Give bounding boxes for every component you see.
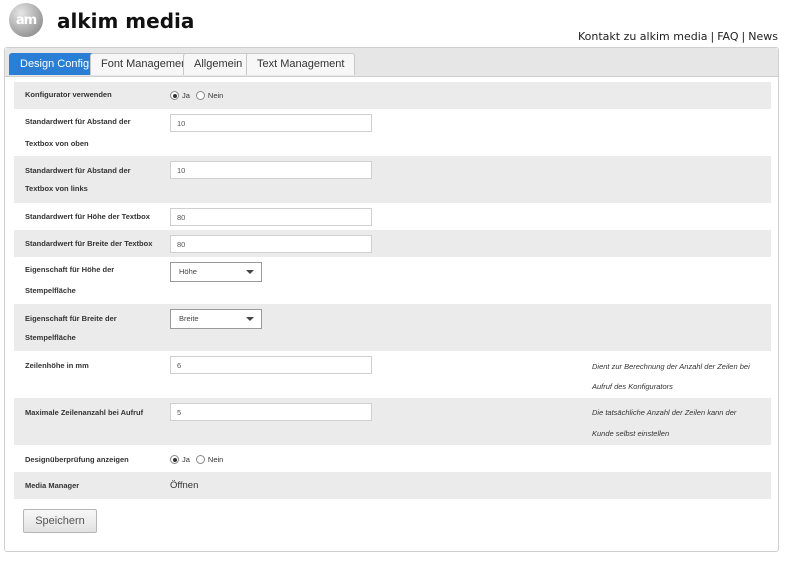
konfigurator-radio-group: Ja Nein (170, 91, 229, 100)
faq-link[interactable]: FAQ (717, 30, 738, 43)
radio-label: Ja (182, 91, 190, 100)
chevron-down-icon (246, 317, 254, 321)
zeilenhoehe-hint-1: Dient zur Berechnung der Anzahl der Zeil… (592, 362, 750, 371)
konfigurator-nein-radio[interactable] (195, 91, 205, 100)
save-button[interactable]: Speichern (23, 509, 97, 533)
tab-allgemein[interactable]: Allgemein (183, 53, 254, 75)
chevron-down-icon (246, 270, 254, 274)
hoehe-stempel-selected: Höhe (179, 267, 197, 276)
zeilenhoehe-label: Zeilenhöhe in mm (25, 361, 89, 370)
abstand-links-label-2: Textbox von links (25, 184, 88, 193)
top-links: Kontakt zu alkim media | FAQ | News (578, 30, 778, 43)
row-breite-textbox: Standardwert für Breite der Textbox (14, 230, 771, 257)
radio-label: Ja (182, 455, 190, 464)
logo[interactable]: am (9, 3, 43, 37)
konfigurator-ja-radio[interactable] (170, 91, 179, 100)
abstand-oben-label-2: Textbox von oben (25, 139, 89, 148)
breite-textbox-label: Standardwert für Breite der Textbox (25, 239, 153, 248)
max-zeilen-label: Maximale Zeilenanzahl bei Aufruf (25, 408, 144, 417)
breite-stempel-select[interactable]: Breite (170, 309, 262, 329)
konfigurator-label: Konfigurator verwenden (25, 90, 112, 99)
hoehe-stempel-select[interactable]: Höhe (170, 262, 262, 282)
tab-text-management[interactable]: Text Management (246, 53, 356, 75)
row-media-manager: Media Manager Öffnen (14, 472, 771, 499)
designpruefung-nein-radio[interactable] (195, 455, 205, 464)
radio-label: Nein (207, 91, 224, 100)
abstand-oben-label-1: Standardwert für Abstand der (25, 117, 131, 126)
max-zeilen-hint-1: Die tatsächliche Anzahl der Zeilen kann … (592, 408, 737, 417)
max-zeilen-input[interactable] (170, 403, 372, 421)
designpruefung-radio-group: Ja Nein (170, 455, 229, 464)
row-zeilenhoehe: Zeilenhöhe in mm Dient zur Berechnung de… (14, 351, 771, 398)
hoehe-stempel-label-2: Stempelfläche (25, 286, 76, 295)
row-abstand-links: Standardwert für Abstand der Textbox von… (14, 156, 771, 203)
designpruefung-label: Designüberprüfung anzeigen (25, 455, 129, 464)
tab-bar: Design Config Font Management Allgemein … (5, 48, 778, 77)
abstand-links-input[interactable] (170, 161, 372, 179)
radio-label: Nein (207, 455, 224, 464)
row-breite-stempel: Eigenschaft für Breite der Stempelfläche… (14, 304, 771, 351)
hoehe-textbox-input[interactable] (170, 208, 372, 226)
media-manager-open-link[interactable]: Öffnen (170, 480, 198, 491)
breite-stempel-label-2: Stempelfläche (25, 333, 76, 342)
designpruefung-ja-radio[interactable] (170, 455, 179, 464)
header: am alkim media Kontakt zu alkim media | FA… (0, 0, 800, 46)
hoehe-textbox-label: Standardwert für Höhe der Textbox (25, 212, 150, 221)
tab-design-config[interactable]: Design Config (9, 53, 101, 75)
media-manager-label: Media Manager (25, 481, 80, 490)
link-separator: | (741, 30, 746, 43)
breite-stempel-selected: Breite (179, 314, 199, 323)
zeilenhoehe-input[interactable] (170, 356, 372, 374)
contact-link[interactable]: Kontakt zu alkim media (578, 30, 708, 43)
max-zeilen-hint-2: Kunde selbst einstellen (592, 429, 670, 438)
link-separator: | (710, 30, 715, 43)
brand-name: alkim media (57, 9, 195, 33)
row-designpruefung: Designüberprüfung anzeigen Ja Nein (14, 445, 771, 472)
hoehe-stempel-label-1: Eigenschaft für Höhe der (25, 265, 115, 274)
zeilenhoehe-hint-2: Aufruf des Konfigurators (592, 382, 673, 391)
news-link[interactable]: News (748, 30, 778, 43)
config-panel: Design Config Font Management Allgemein … (4, 47, 779, 552)
breite-textbox-input[interactable] (170, 235, 372, 253)
row-hoehe-stempel: Eigenschaft für Höhe der Stempelfläche H… (14, 257, 771, 304)
row-max-zeilen: Maximale Zeilenanzahl bei Aufruf Die tat… (14, 398, 771, 445)
abstand-oben-input[interactable] (170, 114, 372, 132)
row-abstand-oben: Standardwert für Abstand der Textbox von… (14, 109, 771, 156)
row-konfigurator: Konfigurator verwenden Ja Nein (14, 82, 771, 109)
row-hoehe-textbox: Standardwert für Höhe der Textbox (14, 203, 771, 230)
